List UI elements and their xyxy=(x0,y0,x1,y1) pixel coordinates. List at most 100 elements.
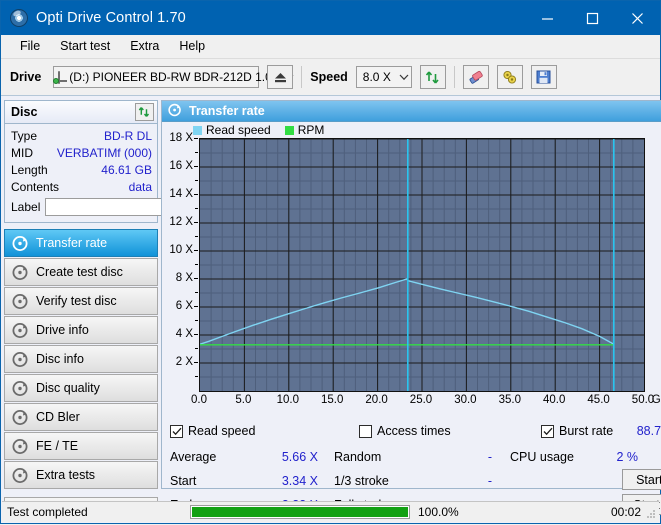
disc-type-value: BD-R DL xyxy=(104,129,152,143)
y-tick-label: 4 X xyxy=(176,328,193,340)
burst-rate-value: 88.7 MB/s xyxy=(637,424,661,438)
status-text: Test completed xyxy=(2,505,190,519)
minimize-icon[interactable] xyxy=(525,1,570,35)
status-bar: Test completed 100.0% 00:02 xyxy=(2,501,659,522)
disc-test-icon xyxy=(12,264,29,281)
sidebar-item-transfer-rate[interactable]: Transfer rate xyxy=(4,229,158,257)
progress-percent: 100.0% xyxy=(410,505,523,519)
close-icon[interactable] xyxy=(615,1,660,35)
cpu-usage-value: 2 % xyxy=(582,450,638,464)
chart-plot-area xyxy=(199,138,645,392)
sidebar-item-disc-quality[interactable]: Disc quality xyxy=(4,374,158,402)
sidebar-item-label: FE / TE xyxy=(36,439,78,453)
y-tick-label: 6 X xyxy=(176,300,193,312)
disc-panel-title: Disc xyxy=(11,105,37,119)
x-tick-label: 25.0 xyxy=(410,394,432,406)
disc-row-contents: Contents data xyxy=(11,178,152,195)
window-controls xyxy=(525,1,660,35)
sidebar-item-label: Extra tests xyxy=(36,468,95,482)
settings-button[interactable] xyxy=(497,65,523,89)
sidebar-item-label: Drive info xyxy=(36,323,89,337)
progress-fill xyxy=(192,507,408,517)
disc-row-length: Length 46.61 GB xyxy=(11,161,152,178)
average-label: Average xyxy=(170,450,246,464)
y-tick-mark-minor xyxy=(195,208,198,209)
option-burst-rate[interactable]: Burst rate 88.7 MB/s xyxy=(541,424,661,438)
x-tick-label: 0.0 xyxy=(191,394,207,406)
resize-grip-icon[interactable] xyxy=(646,509,656,519)
disc-info-rows: Type BD-R DL MID VERBATIMf (000) Length … xyxy=(5,124,157,222)
erase-button[interactable] xyxy=(463,65,489,89)
y-tick-label: 16 X xyxy=(169,160,193,172)
y-tick-mark-minor xyxy=(195,376,198,377)
y-tick-mark-minor xyxy=(195,320,198,321)
drive-icon xyxy=(58,71,60,84)
panel-title: Transfer rate xyxy=(189,104,265,118)
disc-test-icon xyxy=(168,103,182,120)
speed-select[interactable]: 8.0 X xyxy=(356,66,412,88)
start-label: Start xyxy=(170,474,246,488)
disc-contents-label: Contents xyxy=(11,180,59,194)
x-tick-label: 10.0 xyxy=(277,394,299,406)
access-times-label: Access times xyxy=(377,424,451,438)
sidebar-item-drive-info[interactable]: Drive info xyxy=(4,316,158,344)
third-stroke-label: 1/3 stroke xyxy=(334,474,422,488)
option-read-speed[interactable]: Read speed xyxy=(170,424,335,438)
read-speed-checkbox[interactable] xyxy=(170,425,183,438)
y-tick-mark-minor xyxy=(195,264,198,265)
sidebar-item-fe-te[interactable]: FE / TE xyxy=(4,432,158,460)
y-tick-label: 14 X xyxy=(169,188,193,200)
speed-select-value: 8.0 X xyxy=(357,70,397,84)
save-button[interactable] xyxy=(531,65,557,89)
drive-label: Drive xyxy=(10,70,41,84)
sidebar-item-extra-tests[interactable]: Extra tests xyxy=(4,461,158,489)
speed-label: Speed xyxy=(310,70,348,84)
sidebar-item-label: CD Bler xyxy=(36,410,80,424)
x-tick-label: 45.0 xyxy=(587,394,609,406)
x-tick-label: 35.0 xyxy=(499,394,521,406)
start-full-button[interactable]: Start full xyxy=(622,469,661,490)
progress-bar xyxy=(190,505,410,519)
menu-item-help[interactable]: Help xyxy=(169,36,215,57)
toolbar-divider-1 xyxy=(301,66,302,88)
drive-select[interactable]: (D:) PIONEER BD-RW BDR-212D 1.00 xyxy=(53,66,259,88)
menu-item-start-test[interactable]: Start test xyxy=(50,36,120,57)
disc-row-mid: MID VERBATIMf (000) xyxy=(11,144,152,161)
access-times-checkbox[interactable] xyxy=(359,425,372,438)
chart-x-axis: 0.05.010.015.020.025.030.035.040.045.050… xyxy=(162,394,661,412)
refresh-button[interactable] xyxy=(420,65,446,89)
sidebar-item-cd-bler[interactable]: CD Bler xyxy=(4,403,158,431)
disc-test-icon xyxy=(12,322,29,339)
average-value: 5.66 X xyxy=(246,450,334,464)
y-tick-mark xyxy=(194,166,198,167)
panel-header: Transfer rate xyxy=(162,101,661,122)
menu-item-file[interactable]: File xyxy=(10,36,50,57)
x-tick-label: 5.0 xyxy=(235,394,251,406)
disc-mid-value: VERBATIMf (000) xyxy=(57,146,152,160)
window-title: Opti Drive Control 1.70 xyxy=(36,10,186,26)
y-tick-mark xyxy=(194,278,198,279)
disc-label-row: Label xyxy=(11,196,152,218)
sidebar-item-disc-info[interactable]: Disc info xyxy=(4,345,158,373)
disc-test-icon xyxy=(12,351,29,368)
sidebar-item-verify-test-disc[interactable]: Verify test disc xyxy=(4,287,158,315)
random-value: - xyxy=(422,450,510,464)
x-tick-label: 30.0 xyxy=(454,394,476,406)
option-access-times[interactable]: Access times xyxy=(359,424,519,438)
sidebar-item-label: Disc info xyxy=(36,352,84,366)
sidebar-item-create-test-disc[interactable]: Create test disc xyxy=(4,258,158,286)
sidebar-item-label: Disc quality xyxy=(36,381,100,395)
maximize-icon[interactable] xyxy=(570,1,615,35)
y-tick-mark-minor xyxy=(195,292,198,293)
disc-refresh-button[interactable] xyxy=(135,103,154,121)
menu-item-extra[interactable]: Extra xyxy=(120,36,169,57)
y-tick-label: 18 X xyxy=(169,132,193,144)
start-value: 3.34 X xyxy=(246,474,334,488)
eject-button[interactable] xyxy=(267,65,293,89)
third-stroke-value: - xyxy=(422,474,510,488)
burst-rate-checkbox[interactable] xyxy=(541,425,554,438)
sidebar-nav: Transfer rate Create test disc Verify te… xyxy=(4,229,158,489)
y-tick-label: 8 X xyxy=(176,272,193,284)
disc-mid-label: MID xyxy=(11,146,33,160)
drive-select-value: (D:) PIONEER BD-RW BDR-212D 1.00 xyxy=(63,70,284,84)
